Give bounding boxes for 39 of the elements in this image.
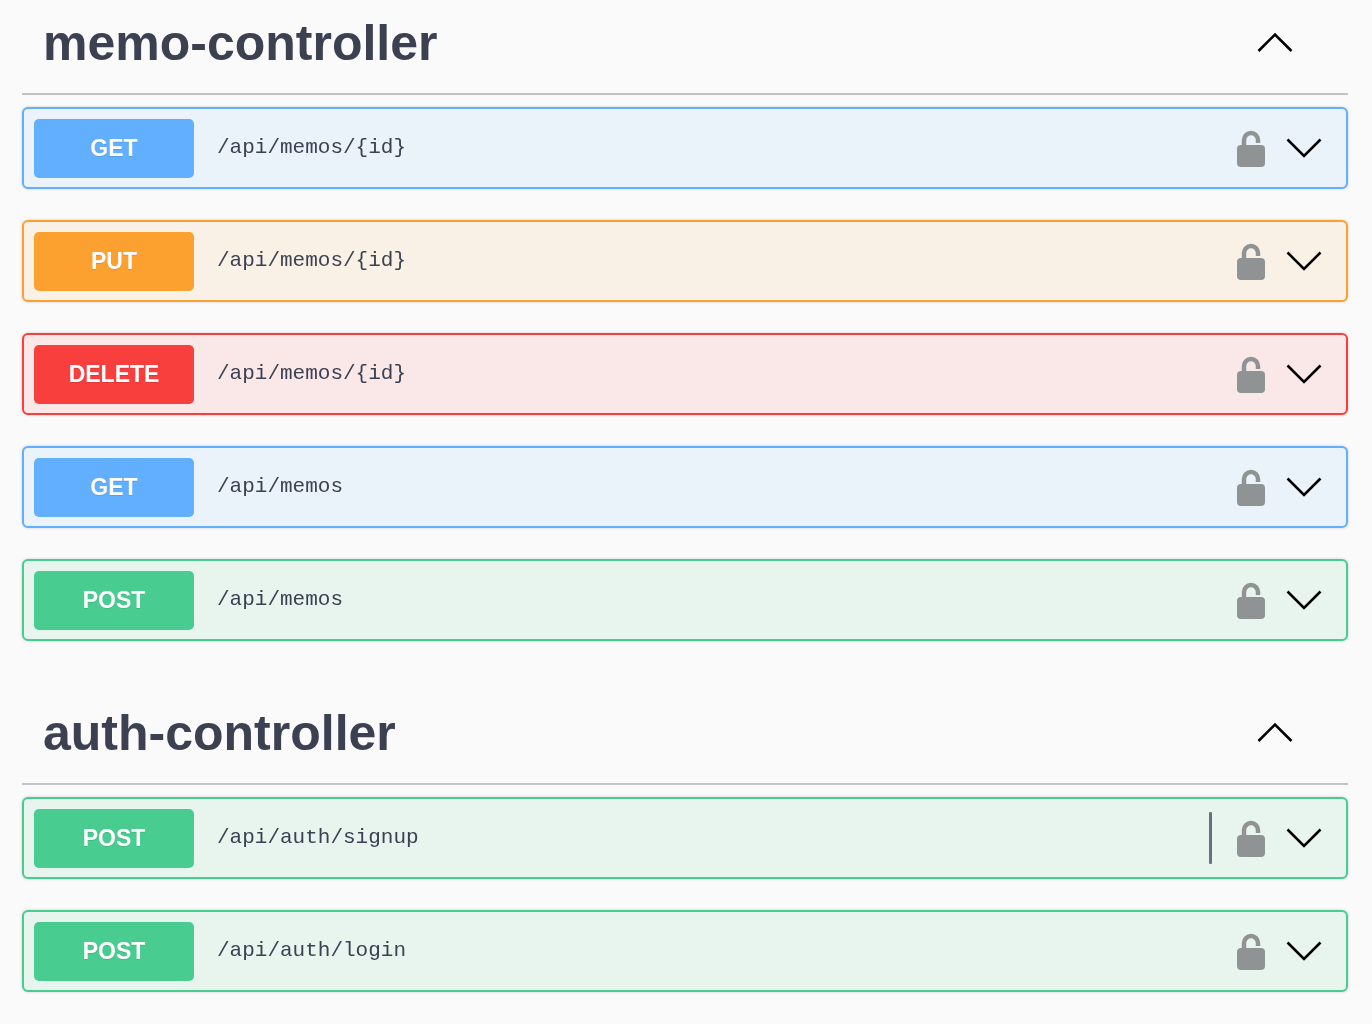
chevron-down-icon[interactable] — [1286, 251, 1322, 271]
open-lock-icon[interactable] — [1237, 355, 1265, 393]
endpoint-path[interactable]: /api/memos/{id} — [217, 245, 407, 277]
endpoint-path[interactable]: /api/memos — [217, 471, 344, 503]
open-lock-icon[interactable] — [1237, 242, 1265, 280]
chevron-down-icon[interactable] — [1286, 138, 1322, 158]
section-title[interactable]: memo-controller — [43, 17, 438, 68]
method-badge: DELETE — [34, 344, 194, 404]
open-lock-icon[interactable] — [1237, 581, 1265, 619]
endpoint-path[interactable]: /api/auth/login — [217, 935, 407, 967]
section-title[interactable]: auth-controller — [43, 707, 396, 758]
open-lock-icon[interactable] — [1237, 932, 1265, 970]
endpoint-row[interactable]: PUT /api/memos/{id} — [22, 220, 1348, 302]
method-badge: PUT — [34, 231, 194, 291]
endpoint-path[interactable]: /api/memos/{id} — [217, 132, 407, 164]
method-badge: POST — [34, 570, 194, 630]
chevron-down-icon[interactable] — [1286, 590, 1322, 610]
chevron-up-icon[interactable] — [1257, 722, 1293, 743]
endpoint-path[interactable]: /api/memos — [217, 584, 344, 616]
endpoint-row[interactable]: POST /api/memos — [22, 559, 1348, 641]
method-badge: GET — [34, 118, 194, 178]
endpoint-row[interactable]: POST /api/auth/signup — [22, 797, 1348, 879]
endpoint-row[interactable]: GET /api/memos/{id} — [22, 107, 1348, 189]
endpoint-row[interactable]: DELETE /api/memos/{id} — [22, 333, 1348, 415]
open-lock-icon[interactable] — [1237, 468, 1265, 506]
chevron-down-icon[interactable] — [1286, 477, 1322, 497]
endpoint-row[interactable]: POST /api/auth/login — [22, 910, 1348, 992]
open-lock-icon[interactable] — [1237, 819, 1265, 857]
endpoint-path[interactable]: /api/memos/{id} — [217, 358, 407, 390]
method-badge: GET — [34, 457, 194, 517]
open-lock-icon[interactable] — [1237, 129, 1265, 167]
endpoint-path[interactable]: /api/auth/signup — [217, 822, 419, 854]
method-badge: POST — [34, 808, 194, 868]
chevron-down-icon[interactable] — [1286, 941, 1322, 961]
chevron-down-icon[interactable] — [1286, 364, 1322, 384]
chevron-down-icon[interactable] — [1286, 828, 1322, 848]
chevron-up-icon[interactable] — [1257, 32, 1293, 53]
method-badge: POST — [34, 921, 194, 981]
endpoint-row[interactable]: GET /api/memos — [22, 446, 1348, 528]
